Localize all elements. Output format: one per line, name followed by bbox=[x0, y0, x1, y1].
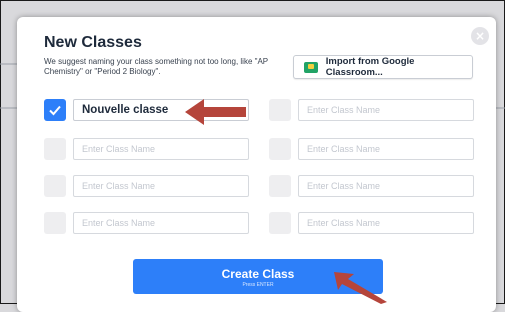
modal-subtitle: We suggest naming your class something n… bbox=[44, 57, 268, 76]
class-name-input-3[interactable]: Enter Class Name bbox=[73, 138, 249, 160]
class-name-input-5[interactable]: Enter Class Name bbox=[73, 175, 249, 197]
class-name-input-8[interactable]: Enter Class Name bbox=[298, 212, 474, 234]
class-checkbox-3[interactable] bbox=[44, 138, 66, 160]
class-checkbox-8[interactable] bbox=[269, 212, 291, 234]
class-name-input-6[interactable]: Enter Class Name bbox=[298, 175, 474, 197]
class-name-input-7[interactable]: Enter Class Name bbox=[73, 212, 249, 234]
class-checkbox-7[interactable] bbox=[44, 212, 66, 234]
close-icon[interactable]: × bbox=[471, 27, 489, 45]
class-checkbox-2[interactable] bbox=[269, 99, 291, 121]
class-checkbox-1[interactable] bbox=[44, 99, 66, 121]
class-checkbox-4[interactable] bbox=[269, 138, 291, 160]
import-google-classroom-button[interactable]: Import from Google Classroom... bbox=[293, 55, 473, 79]
class-name-input-4[interactable]: Enter Class Name bbox=[298, 138, 474, 160]
import-button-label: Import from Google Classroom... bbox=[325, 56, 415, 78]
modal-title: New Classes bbox=[44, 34, 142, 51]
annotation-arrow-input bbox=[185, 99, 246, 125]
new-classes-modal: × New Classes We suggest naming your cla… bbox=[17, 17, 496, 312]
class-checkbox-5[interactable] bbox=[44, 175, 66, 197]
check-icon bbox=[49, 105, 61, 116]
annotation-arrow-create bbox=[334, 272, 387, 304]
class-name-input-2[interactable]: Enter Class Name bbox=[298, 99, 474, 121]
class-checkbox-6[interactable] bbox=[269, 175, 291, 197]
google-classroom-icon bbox=[304, 61, 318, 73]
